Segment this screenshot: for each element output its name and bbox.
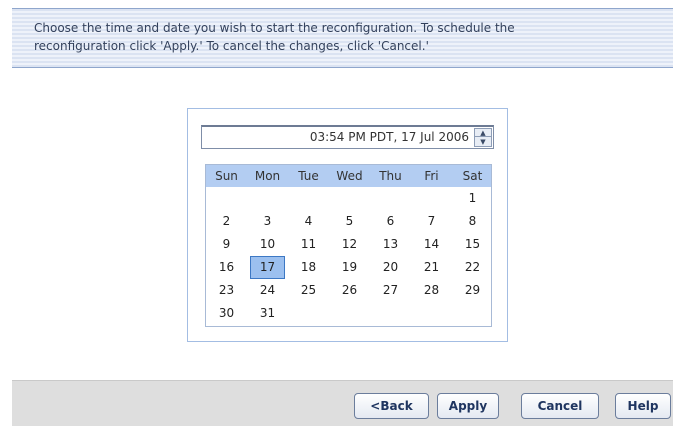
empty-day-cell	[411, 302, 452, 325]
spin-down-arrow-icon[interactable]: ▼	[475, 138, 491, 146]
button-bar: <Back Apply Cancel Help	[12, 380, 673, 426]
day-cell[interactable]: 12	[329, 233, 370, 256]
empty-day-cell	[329, 187, 370, 210]
weekday-label: Wed	[336, 169, 363, 183]
day-cell[interactable]: 24	[247, 279, 288, 302]
day-cell[interactable]: 2	[206, 210, 247, 233]
day-cell[interactable]: 28	[411, 279, 452, 302]
day-cell[interactable]: 22	[452, 256, 493, 279]
date-picker-panel: 03:54 PM PDT, 17 Jul 2006 ▲ ▼ Sun Mon Tue W…	[187, 108, 508, 342]
day-cell[interactable]: 26	[329, 279, 370, 302]
empty-day-cell	[370, 302, 411, 325]
day-cell[interactable]: 21	[411, 256, 452, 279]
day-cell[interactable]: 14	[411, 233, 452, 256]
day-cell[interactable]: 8	[452, 210, 493, 233]
day-cell[interactable]: 7	[411, 210, 452, 233]
instructions-line-2: reconfiguration click 'Apply.' To cancel…	[34, 39, 429, 53]
apply-button[interactable]: Apply	[437, 393, 499, 419]
day-cell[interactable]: 6	[370, 210, 411, 233]
datetime-value[interactable]: 03:54 PM PDT, 17 Jul 2006	[310, 130, 469, 144]
empty-day-cell	[247, 187, 288, 210]
day-cell[interactable]: 11	[288, 233, 329, 256]
empty-day-cell	[370, 187, 411, 210]
day-cell[interactable]: 1	[452, 187, 493, 210]
instructions-banner: Choose the time and date you wish to sta…	[12, 8, 673, 68]
weekday-label: Sun	[215, 169, 238, 183]
day-cell[interactable]: 3	[247, 210, 288, 233]
empty-day-cell	[288, 187, 329, 210]
spin-up-arrow-icon[interactable]: ▲	[475, 129, 491, 137]
day-cell[interactable]: 27	[370, 279, 411, 302]
empty-day-cell	[411, 187, 452, 210]
day-cell[interactable]: 5	[329, 210, 370, 233]
day-cell[interactable]: 16	[206, 256, 247, 279]
day-cell[interactable]: 15	[452, 233, 493, 256]
day-grid: 1 2 3 4 5 6 7 8 9 10 11 12 13 14 15 16 17 18 19 20 21 22 23 24 2…	[206, 187, 491, 325]
day-cell[interactable]: 25	[288, 279, 329, 302]
weekday-label: Sat	[462, 169, 483, 183]
back-button[interactable]: <Back	[354, 393, 429, 419]
weekday-label: Tue	[298, 169, 319, 183]
empty-day-cell	[288, 302, 329, 325]
day-cell[interactable]: 30	[206, 302, 247, 325]
empty-day-cell	[206, 187, 247, 210]
cancel-button[interactable]: Cancel	[521, 393, 599, 419]
day-cell[interactable]: 29	[452, 279, 493, 302]
spinner-buttons: ▲ ▼	[474, 128, 492, 147]
weekday-label: Mon	[254, 169, 281, 183]
month-calendar: Sun Mon Tue Wed Thu Fri Sat 1 2 3 4 5 6 7 8 9 10 11 12 13 1…	[205, 164, 492, 327]
day-cell[interactable]: 13	[370, 233, 411, 256]
day-cell[interactable]: 31	[247, 302, 288, 325]
empty-day-cell	[329, 302, 370, 325]
day-cell[interactable]: 9	[206, 233, 247, 256]
datetime-spinner[interactable]: 03:54 PM PDT, 17 Jul 2006 ▲ ▼	[201, 125, 494, 149]
day-cell[interactable]: 20	[370, 256, 411, 279]
day-cell[interactable]: 18	[288, 256, 329, 279]
day-cell[interactable]: 23	[206, 279, 247, 302]
weekday-header: Sun Mon Tue Wed Thu Fri Sat	[206, 165, 491, 187]
instructions-line-1: Choose the time and date you wish to sta…	[34, 21, 515, 35]
weekday-label: Thu	[379, 169, 402, 183]
weekday-label: Fri	[424, 169, 439, 183]
selected-day-cell[interactable]: 17	[250, 256, 285, 279]
empty-day-cell	[452, 302, 493, 325]
day-cell[interactable]: 10	[247, 233, 288, 256]
help-button[interactable]: Help	[615, 393, 671, 419]
day-cell[interactable]: 4	[288, 210, 329, 233]
day-cell[interactable]: 19	[329, 256, 370, 279]
